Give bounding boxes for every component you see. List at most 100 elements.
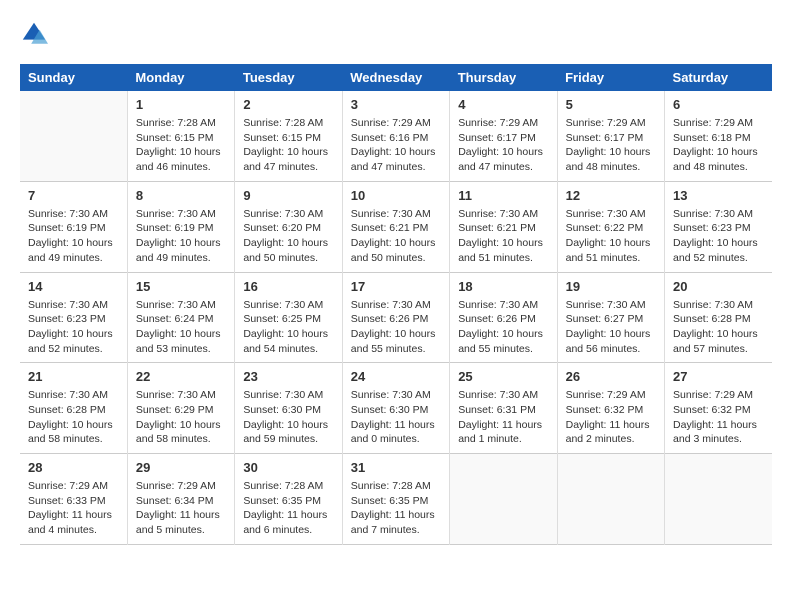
calendar-cell [450,454,557,545]
day-number: 3 [351,97,441,112]
calendar-cell: 27 Sunrise: 7:29 AM Sunset: 6:32 PM Dayli… [665,363,772,454]
day-info: Sunrise: 7:30 AM Sunset: 6:30 PM Dayligh… [243,388,333,447]
day-number: 15 [136,279,226,294]
day-info: Sunrise: 7:30 AM Sunset: 6:25 PM Dayligh… [243,298,333,357]
day-info: Sunrise: 7:30 AM Sunset: 6:26 PM Dayligh… [458,298,548,357]
day-number: 11 [458,188,548,203]
calendar-cell: 2 Sunrise: 7:28 AM Sunset: 6:15 PM Daylig… [235,91,342,181]
day-info: Sunrise: 7:30 AM Sunset: 6:24 PM Dayligh… [136,298,226,357]
day-number: 31 [351,460,441,475]
day-number: 17 [351,279,441,294]
calendar-cell [557,454,664,545]
day-info: Sunrise: 7:29 AM Sunset: 6:32 PM Dayligh… [566,388,656,447]
logo-icon [20,20,48,48]
header-monday: Monday [127,64,234,91]
day-info: Sunrise: 7:29 AM Sunset: 6:17 PM Dayligh… [458,116,548,175]
day-info: Sunrise: 7:30 AM Sunset: 6:31 PM Dayligh… [458,388,548,447]
calendar-cell: 16 Sunrise: 7:30 AM Sunset: 6:25 PM Dayli… [235,272,342,363]
day-info: Sunrise: 7:30 AM Sunset: 6:23 PM Dayligh… [673,207,764,266]
day-number: 10 [351,188,441,203]
calendar-cell: 12 Sunrise: 7:30 AM Sunset: 6:22 PM Dayli… [557,181,664,272]
header-sunday: Sunday [20,64,127,91]
page-header [20,20,772,48]
calendar-cell: 30Sunrise: 7:28 AM Sunset: 6:35 PM Dayli… [235,454,342,545]
day-number: 2 [243,97,333,112]
calendar-week-5: 28Sunrise: 7:29 AM Sunset: 6:33 PM Dayli… [20,454,772,545]
calendar-header-row: SundayMondayTuesdayWednesdayThursdayFrid… [20,64,772,91]
calendar-week-2: 7 Sunrise: 7:30 AM Sunset: 6:19 PM Daylig… [20,181,772,272]
day-number: 27 [673,369,764,384]
day-info: Sunrise: 7:30 AM Sunset: 6:26 PM Dayligh… [351,298,441,357]
day-info: Sunrise: 7:30 AM Sunset: 6:28 PM Dayligh… [28,388,119,447]
header-saturday: Saturday [665,64,772,91]
day-number: 22 [136,369,226,384]
day-info: Sunrise: 7:30 AM Sunset: 6:29 PM Dayligh… [136,388,226,447]
day-info: Sunrise: 7:29 AM Sunset: 6:18 PM Dayligh… [673,116,764,175]
calendar-week-4: 21 Sunrise: 7:30 AM Sunset: 6:28 PM Dayli… [20,363,772,454]
day-number: 14 [28,279,119,294]
day-number: 6 [673,97,764,112]
day-number: 8 [136,188,226,203]
header-wednesday: Wednesday [342,64,449,91]
day-number: 5 [566,97,656,112]
day-info: Sunrise: 7:28 AM Sunset: 6:15 PM Dayligh… [136,116,226,175]
day-info: Sunrise: 7:29 AM Sunset: 6:16 PM Dayligh… [351,116,441,175]
day-number: 30 [243,460,333,475]
logo [20,20,52,48]
calendar-cell: 31Sunrise: 7:28 AM Sunset: 6:35 PM Dayli… [342,454,449,545]
day-info: Sunrise: 7:30 AM Sunset: 6:21 PM Dayligh… [351,207,441,266]
day-number: 23 [243,369,333,384]
day-number: 25 [458,369,548,384]
day-number: 18 [458,279,548,294]
calendar-cell: 14 Sunrise: 7:30 AM Sunset: 6:23 PM Dayli… [20,272,127,363]
day-info: Sunrise: 7:30 AM Sunset: 6:20 PM Dayligh… [243,207,333,266]
day-number: 20 [673,279,764,294]
day-number: 29 [136,460,226,475]
calendar-cell: 3 Sunrise: 7:29 AM Sunset: 6:16 PM Daylig… [342,91,449,181]
header-tuesday: Tuesday [235,64,342,91]
calendar-cell [20,91,127,181]
day-info: Sunrise: 7:28 AM Sunset: 6:15 PM Dayligh… [243,116,333,175]
calendar-cell: 8 Sunrise: 7:30 AM Sunset: 6:19 PM Daylig… [127,181,234,272]
calendar-cell: 5Sunrise: 7:29 AM Sunset: 6:17 PM Daylig… [557,91,664,181]
day-number: 12 [566,188,656,203]
day-info: Sunrise: 7:30 AM Sunset: 6:27 PM Dayligh… [566,298,656,357]
calendar-cell: 23 Sunrise: 7:30 AM Sunset: 6:30 PM Dayli… [235,363,342,454]
calendar-cell: 4 Sunrise: 7:29 AM Sunset: 6:17 PM Daylig… [450,91,557,181]
day-info: Sunrise: 7:30 AM Sunset: 6:23 PM Dayligh… [28,298,119,357]
calendar-cell: 18 Sunrise: 7:30 AM Sunset: 6:26 PM Dayli… [450,272,557,363]
day-info: Sunrise: 7:29 AM Sunset: 6:32 PM Dayligh… [673,388,764,447]
calendar-cell: 6 Sunrise: 7:29 AM Sunset: 6:18 PM Daylig… [665,91,772,181]
day-number: 13 [673,188,764,203]
calendar-cell: 7Sunrise: 7:30 AM Sunset: 6:19 PM Daylig… [20,181,127,272]
calendar-cell: 28Sunrise: 7:29 AM Sunset: 6:33 PM Dayli… [20,454,127,545]
day-number: 21 [28,369,119,384]
header-thursday: Thursday [450,64,557,91]
calendar-cell: 21 Sunrise: 7:30 AM Sunset: 6:28 PM Dayli… [20,363,127,454]
calendar-table: SundayMondayTuesdayWednesdayThursdayFrid… [20,64,772,545]
calendar-week-1: 1Sunrise: 7:28 AM Sunset: 6:15 PM Daylig… [20,91,772,181]
day-number: 9 [243,188,333,203]
calendar-cell: 1Sunrise: 7:28 AM Sunset: 6:15 PM Daylig… [127,91,234,181]
calendar-cell: 26Sunrise: 7:29 AM Sunset: 6:32 PM Dayli… [557,363,664,454]
day-info: Sunrise: 7:30 AM Sunset: 6:21 PM Dayligh… [458,207,548,266]
calendar-cell: 11 Sunrise: 7:30 AM Sunset: 6:21 PM Dayli… [450,181,557,272]
calendar-cell: 20 Sunrise: 7:30 AM Sunset: 6:28 PM Dayli… [665,272,772,363]
day-number: 19 [566,279,656,294]
day-number: 16 [243,279,333,294]
calendar-cell: 22 Sunrise: 7:30 AM Sunset: 6:29 PM Dayli… [127,363,234,454]
calendar-cell: 13 Sunrise: 7:30 AM Sunset: 6:23 PM Dayli… [665,181,772,272]
day-info: Sunrise: 7:30 AM Sunset: 6:19 PM Dayligh… [136,207,226,266]
day-number: 7 [28,188,119,203]
calendar-week-3: 14 Sunrise: 7:30 AM Sunset: 6:23 PM Dayli… [20,272,772,363]
calendar-cell [665,454,772,545]
calendar-cell: 24Sunrise: 7:30 AM Sunset: 6:30 PM Dayli… [342,363,449,454]
day-info: Sunrise: 7:30 AM Sunset: 6:28 PM Dayligh… [673,298,764,357]
calendar-cell: 25 Sunrise: 7:30 AM Sunset: 6:31 PM Dayli… [450,363,557,454]
calendar-cell: 15 Sunrise: 7:30 AM Sunset: 6:24 PM Dayli… [127,272,234,363]
day-number: 4 [458,97,548,112]
day-info: Sunrise: 7:30 AM Sunset: 6:22 PM Dayligh… [566,207,656,266]
calendar-cell: 19 Sunrise: 7:30 AM Sunset: 6:27 PM Dayli… [557,272,664,363]
calendar-cell: 10 Sunrise: 7:30 AM Sunset: 6:21 PM Dayli… [342,181,449,272]
header-friday: Friday [557,64,664,91]
